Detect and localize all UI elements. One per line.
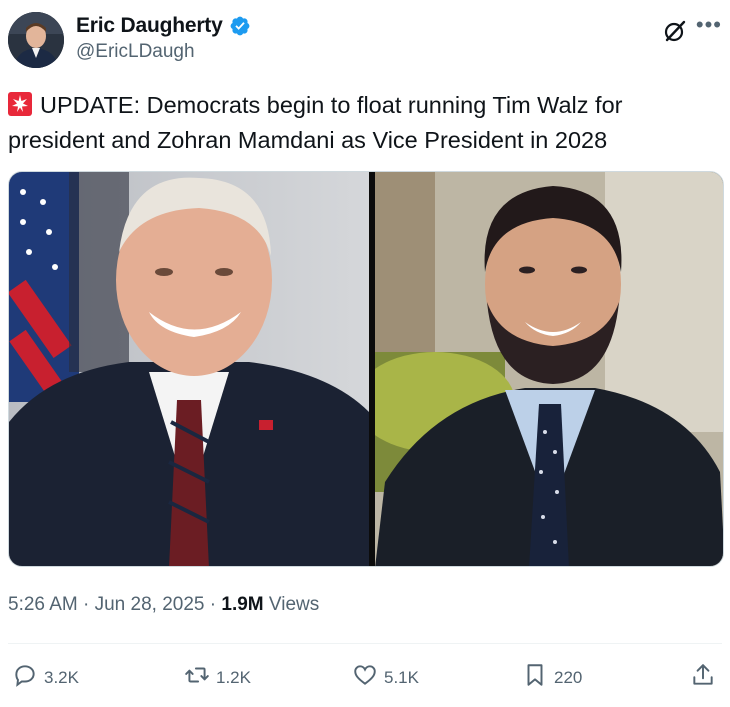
tweet-date[interactable]: Jun 28, 2025 <box>95 594 205 615</box>
siren-icon <box>8 91 32 116</box>
bookmark-button[interactable]: 220 <box>522 662 582 693</box>
reply-count: 3.2K <box>44 667 79 687</box>
tweet-media[interactable] <box>8 171 724 567</box>
like-button[interactable]: 5.1K <box>352 662 419 693</box>
author-handle[interactable]: @EricLDaugh <box>76 41 251 63</box>
share-icon <box>690 662 716 693</box>
reply-button[interactable]: 3.2K <box>12 662 79 693</box>
tweet-header: Eric Daugherty @EricLDaugh ••• <box>8 8 722 70</box>
photo-tim-walz[interactable] <box>9 172 369 566</box>
photo-zohran-mamdani[interactable] <box>375 172 723 566</box>
repost-icon <box>184 662 210 693</box>
more-options-icon[interactable]: ••• <box>696 12 722 38</box>
heart-icon <box>352 662 378 693</box>
repost-count: 1.2K <box>216 667 251 687</box>
tweet-text: UPDATE: Democrats begin to float running… <box>8 88 720 158</box>
tweet-body: UPDATE: Democrats begin to float running… <box>8 92 623 153</box>
views-count: 1.9M <box>221 594 264 615</box>
verified-badge-icon <box>229 15 251 37</box>
like-count: 5.1K <box>384 667 419 687</box>
bookmark-icon <box>522 662 548 693</box>
tweet-time[interactable]: 5:26 AM <box>8 594 78 615</box>
avatar[interactable] <box>8 12 64 68</box>
bookmark-count: 220 <box>554 667 583 687</box>
meta-separator: · <box>77 594 95 615</box>
meta-separator: · <box>204 594 222 615</box>
grok-icon[interactable] <box>662 18 688 44</box>
repost-button[interactable]: 1.2K <box>184 662 251 693</box>
views-label: Views <box>263 594 320 615</box>
share-button[interactable] <box>690 662 716 693</box>
divider <box>8 643 722 644</box>
tweet-meta: 5:26 AM · Jun 28, 2025 · 1.9M Views <box>8 594 319 616</box>
display-name[interactable]: Eric Daugherty <box>76 14 223 38</box>
action-bar: 3.2K 1.2K 5.1K 220 <box>8 662 722 698</box>
author-block: Eric Daugherty @EricLDaugh <box>76 14 251 63</box>
reply-icon <box>12 662 38 693</box>
